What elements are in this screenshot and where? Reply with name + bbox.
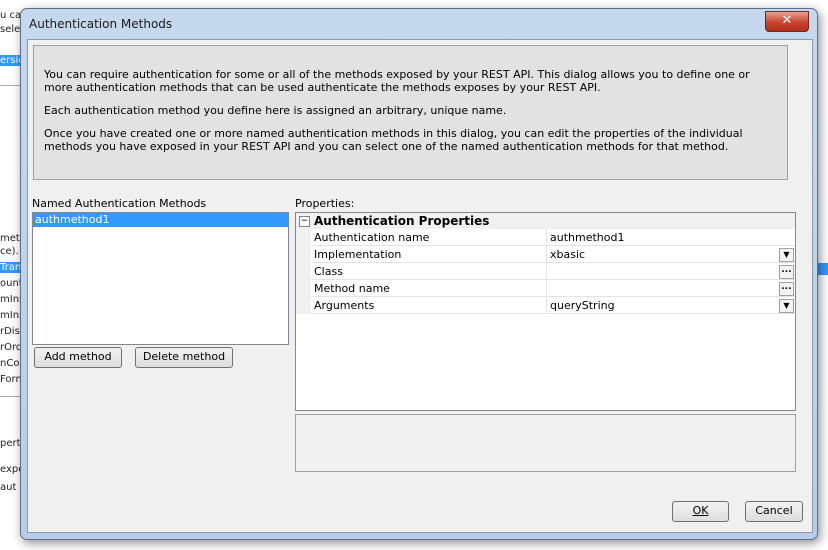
methods-list-label: Named Authentication Methods — [32, 197, 207, 210]
background-text: u can — [0, 10, 22, 21]
property-name: Class — [314, 265, 343, 278]
row-gutter — [296, 297, 311, 314]
dropdown-arrow-icon[interactable]: ▼ — [779, 248, 794, 262]
background-text: meth — [0, 233, 22, 244]
property-row-implementation[interactable]: Implementation xbasic ▼ — [296, 246, 795, 263]
info-paragraph-intro: You can require authentication for some … — [44, 68, 750, 94]
property-value[interactable]: authmethod1 — [550, 231, 624, 244]
dropdown-arrow-icon[interactable]: ▼ — [779, 299, 794, 313]
column-divider — [546, 263, 547, 280]
property-row-method-name[interactable]: Method name ... — [296, 280, 795, 297]
cancel-button-label: Cancel — [755, 504, 793, 517]
property-name: Method name — [314, 282, 390, 295]
property-name: Authentication name — [314, 231, 430, 244]
collapse-toggle[interactable]: − — [299, 216, 310, 227]
column-divider — [546, 246, 547, 263]
ellipsis-button[interactable]: ... — [779, 265, 794, 279]
property-description-panel — [295, 414, 796, 472]
background-divider — [0, 85, 22, 86]
background-selected-item: ersion — [0, 55, 22, 66]
info-panel: You can require authentication for some … — [33, 45, 788, 180]
row-divider — [311, 313, 795, 314]
delete-method-button[interactable]: Delete method — [135, 347, 233, 368]
methods-listbox[interactable]: authmethod1 — [32, 212, 289, 345]
property-name: Arguments — [314, 299, 375, 312]
dialog-title: Authentication Methods — [29, 17, 173, 31]
row-gutter — [296, 263, 311, 280]
ok-button-label: OK — [692, 504, 709, 517]
property-row-authentication-name[interactable]: Authentication name authmethod1 — [296, 229, 795, 246]
background-text: aut — [0, 482, 17, 493]
row-gutter — [296, 280, 311, 297]
column-divider — [546, 229, 547, 246]
background-text: rOrd — [0, 342, 22, 353]
background-text: mIns — [0, 294, 22, 305]
ok-button[interactable]: OK — [672, 501, 729, 522]
ellipsis-button[interactable]: ... — [779, 282, 794, 296]
authentication-methods-dialog: Authentication Methods ✕ You can require… — [20, 8, 818, 540]
background-text: ount — [0, 278, 22, 289]
background-text: nCom — [0, 358, 22, 369]
background-text: ce). — [0, 246, 19, 257]
category-label: Authentication Properties — [314, 214, 490, 228]
close-button[interactable]: ✕ — [765, 11, 809, 32]
cancel-button[interactable]: Cancel — [745, 501, 803, 522]
properties-label: Properties: — [295, 197, 355, 210]
column-divider — [546, 297, 547, 314]
property-row-class[interactable]: Class ... — [296, 263, 795, 280]
row-gutter — [296, 246, 311, 263]
background-text: expo — [0, 464, 22, 475]
info-paragraph-usage: Once you have created one or more named … — [44, 127, 743, 153]
background-text: perti — [0, 438, 22, 449]
list-item[interactable]: authmethod1 — [33, 213, 288, 227]
background-divider — [0, 396, 22, 397]
property-name: Implementation — [314, 248, 402, 261]
add-method-button[interactable]: Add method — [34, 347, 122, 368]
property-category: − Authentication Properties — [296, 213, 795, 229]
row-gutter — [296, 229, 311, 246]
background-text: Form — [0, 374, 22, 385]
background-text: rDisp — [0, 326, 22, 337]
background-text: mIns — [0, 310, 22, 321]
close-icon: ✕ — [781, 13, 793, 28]
column-divider — [546, 280, 547, 297]
property-value[interactable]: queryString — [550, 299, 615, 312]
property-grid[interactable]: − Authentication Properties Authenticati… — [295, 212, 796, 411]
background-selected-item: Tran — [0, 262, 22, 273]
info-paragraph-naming: Each authentication method you define he… — [44, 104, 507, 117]
background-text: sele — [0, 24, 21, 35]
property-row-arguments[interactable]: Arguments queryString ▼ — [296, 297, 795, 314]
dialog-client-area: You can require authentication for some … — [27, 39, 813, 533]
property-value[interactable]: xbasic — [550, 248, 585, 261]
